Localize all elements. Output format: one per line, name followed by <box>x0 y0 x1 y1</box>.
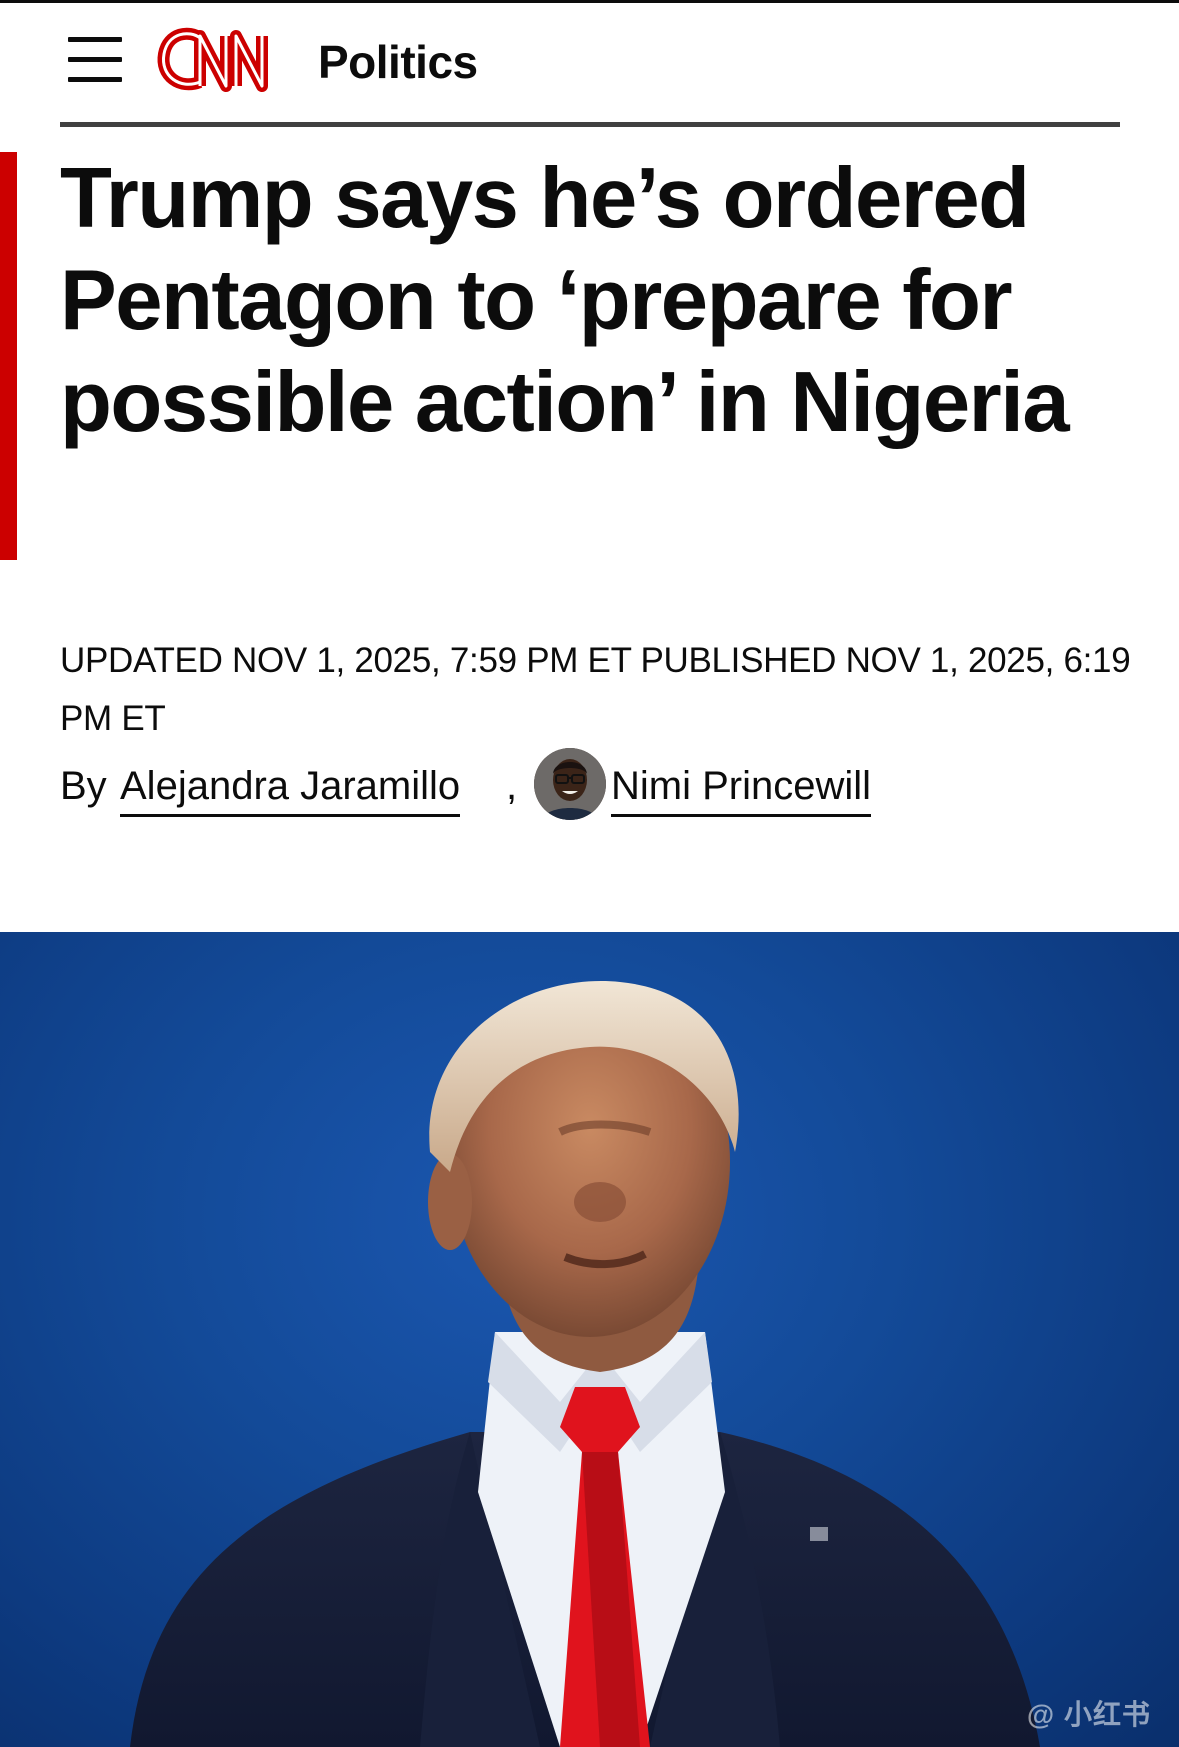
top-border <box>0 0 1179 3</box>
hero-image: @ 小红书 <box>0 932 1179 1747</box>
author-link-nimi-princewill[interactable]: Nimi Princewill <box>611 762 872 817</box>
byline-separator: , <box>506 764 518 808</box>
hero-portrait <box>130 981 1040 1747</box>
article-timestamp: UPDATED NOV 1, 2025, 7:59 PM ET PUBLISHE… <box>60 641 1131 738</box>
byline-prefix: By <box>60 764 107 808</box>
headline-accent-bar <box>0 152 17 560</box>
author-link-alejandra-jaramillo[interactable]: Alejandra Jaramillo <box>120 762 461 817</box>
section-politics-link[interactable]: Politics <box>318 36 478 88</box>
watermark: @ 小红书 <box>1026 1699 1151 1730</box>
author-avatar[interactable] <box>534 748 606 820</box>
cnn-logo[interactable] <box>154 24 296 98</box>
header-divider <box>60 122 1120 127</box>
hamburger-menu-icon[interactable] <box>68 37 124 83</box>
article-headline: Trump says he’s ordered Pentagon to ‘pre… <box>60 151 1070 450</box>
